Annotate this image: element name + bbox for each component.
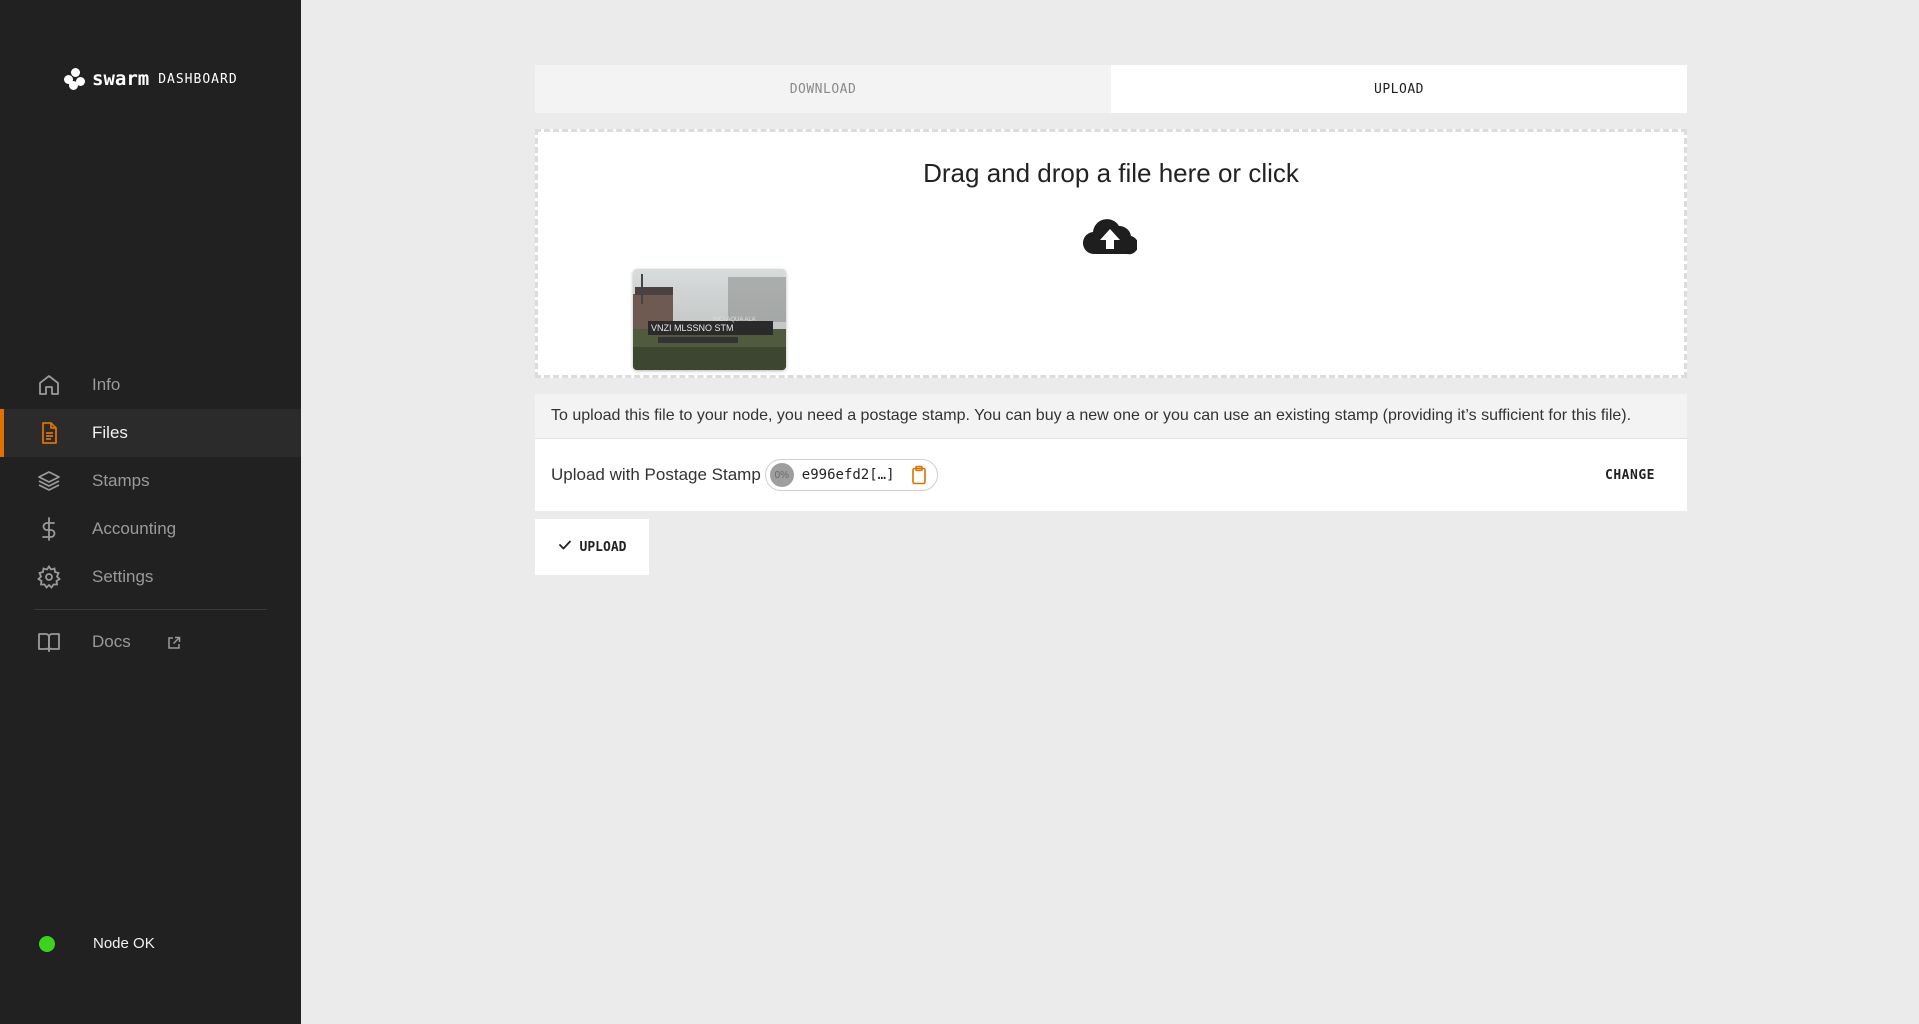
layers-icon [36, 468, 62, 494]
swarm-logo-icon [64, 68, 86, 90]
stamp-label: Upload with Postage Stamp [551, 465, 761, 484]
dropzone-title: Drag and drop a file here or click [923, 158, 1299, 188]
stamp-usage-badge: 0% [769, 463, 794, 487]
tab-download[interactable]: DOWNLOAD [535, 65, 1111, 113]
external-link-icon [167, 635, 181, 649]
stamp-chip[interactable]: 0% e996efd2[…] [764, 459, 938, 491]
upload-button-label: UPLOAD [579, 539, 627, 555]
sidebar-item-docs[interactable]: Docs [0, 618, 301, 666]
dollar-icon [36, 516, 62, 542]
svg-text:VNZI MLSSNO STM: VNZI MLSSNO STM [651, 323, 734, 333]
logo[interactable]: swarm DASHBOARD [64, 68, 238, 90]
upload-button[interactable]: UPLOAD [535, 519, 649, 575]
status-text: Node OK [93, 935, 155, 952]
svg-text:NICI AQUA ALA: NICI AQUA ALA [713, 317, 756, 323]
postage-info-text: To upload this file to your node, you ne… [535, 394, 1687, 439]
sidebar-item-label: Accounting [92, 519, 177, 538]
sidebar-item-label: Settings [92, 567, 154, 586]
cloud-upload-icon [1082, 217, 1139, 255]
sidebar-item-files[interactable]: Files [0, 409, 301, 457]
book-icon [36, 629, 62, 655]
sidebar-item-settings[interactable]: Settings [0, 553, 301, 601]
check-icon [558, 538, 572, 556]
sidebar-item-info[interactable]: Info [0, 361, 301, 409]
sidebar-item-label: Docs [92, 632, 131, 651]
sidebar-item-label: Files [92, 423, 128, 442]
logo-subtitle: DASHBOARD [158, 71, 238, 87]
main-content: DOWNLOAD UPLOAD Drag and drop a file her… [535, 65, 1687, 575]
sidebar-item-stamps[interactable]: Stamps [0, 457, 301, 505]
file-icon [36, 420, 62, 446]
change-stamp-button[interactable]: CHANGE [1605, 468, 1655, 483]
status-dot-icon [39, 935, 55, 952]
clipboard-icon[interactable] [909, 465, 929, 485]
sidebar-item-accounting[interactable]: Accounting [0, 505, 301, 553]
gear-icon [36, 564, 62, 590]
sidebar: swarm DASHBOARD Info Files Stamps Accoun… [0, 0, 301, 1024]
logo-word: swarm [92, 68, 150, 90]
file-preview-image: VNZI MLSSNO STM NICI AQUA ALA [633, 269, 786, 370]
tab-upload[interactable]: UPLOAD [1111, 65, 1687, 113]
stamp-id: e996efd2[…] [801, 467, 895, 483]
file-dropzone[interactable]: Drag and drop a file here or click VNZI … [535, 129, 1687, 378]
sidebar-nav: Info Files Stamps Accounting Settings Do… [0, 361, 301, 666]
file-tabs: DOWNLOAD UPLOAD [535, 65, 1687, 113]
home-icon [36, 372, 62, 398]
sidebar-divider [34, 609, 267, 610]
sidebar-item-label: Info [92, 375, 121, 394]
node-status: Node OK [39, 935, 155, 952]
postage-stamp-row: Upload with Postage Stamp 0% e996efd2[…]… [535, 439, 1687, 511]
sidebar-item-label: Stamps [92, 471, 150, 490]
